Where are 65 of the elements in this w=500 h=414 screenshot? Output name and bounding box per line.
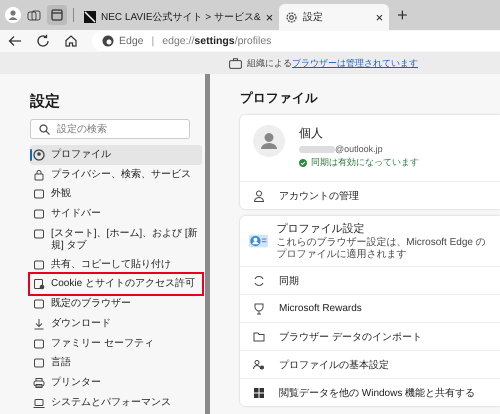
- download-icon: [33, 318, 45, 330]
- sidebar-item[interactable]: プライバシー、検索、サービス: [30, 164, 202, 184]
- scrollbar[interactable]: [205, 74, 210, 414]
- profile-email: @outlook.jp: [335, 144, 383, 154]
- page-title: プロファイル: [240, 90, 319, 107]
- refresh-icon[interactable]: [36, 34, 50, 48]
- sidebar-item[interactable]: 言語: [30, 353, 202, 373]
- tab-title: NEC LAVIE公式サイト > サービス&: [101, 10, 261, 24]
- browser-tab[interactable]: NEC LAVIE公式サイト > サービス& ×: [78, 4, 280, 30]
- close-tab-button[interactable]: ×: [266, 10, 274, 24]
- back-icon[interactable]: [8, 34, 22, 48]
- check-circle-icon: [299, 158, 307, 166]
- redacted-mark: [299, 146, 335, 152]
- address-bar[interactable]: Edge | edge://settings/profiles: [92, 31, 500, 51]
- sidebar-item[interactable]: ファミリー セーフティ: [30, 334, 202, 354]
- sidebar-item[interactable]: ダウンロード: [30, 314, 202, 334]
- settings-row[interactable]: ブラウザー データのインポート: [240, 322, 500, 350]
- site-favicon-icon: [84, 11, 96, 23]
- vertical-tabs-button[interactable]: [47, 5, 67, 25]
- home-icon[interactable]: [64, 34, 78, 48]
- sidebar-item[interactable]: 外観: [30, 184, 202, 204]
- tab-window-icon: [51, 9, 63, 21]
- profile-icon: [33, 149, 45, 161]
- new-tab-button[interactable]: +: [397, 5, 408, 26]
- folder-icon: [253, 330, 265, 342]
- manage-account-row[interactable]: アカウントの管理: [240, 182, 500, 209]
- settings-description: これらのブラウザー設定は、Microsoft Edge のプロファイルに適用されます: [276, 237, 487, 261]
- settings-title: プロファイル設定: [276, 222, 366, 236]
- settings-title: 設定: [30, 92, 61, 111]
- sidebar-item[interactable]: システムとパフォーマンス: [30, 392, 202, 412]
- sidebar-item[interactable]: Cookie とサイトのアクセス許可: [30, 274, 202, 294]
- windows-logo-icon: [253, 386, 265, 398]
- laptop-icon: [33, 396, 45, 409]
- site-label: Edge: [119, 35, 144, 47]
- collections-icon[interactable]: [27, 9, 41, 23]
- settings-row[interactable]: プロファイルの基本設定: [240, 350, 500, 378]
- profile-name: 個人: [299, 125, 324, 142]
- url-text: edge://settings/profiles: [162, 35, 272, 47]
- search-icon: [39, 124, 50, 135]
- sync-status: 同期は有効になっています: [311, 156, 419, 169]
- settings-row[interactable]: 閲覧データを他の Windows 機能と共有する: [240, 378, 500, 406]
- lock-icon: [33, 168, 45, 181]
- browser-tab[interactable]: 設定 ×: [279, 4, 390, 30]
- gear-icon: [285, 10, 298, 24]
- search-field[interactable]: 設定の検索: [30, 119, 190, 139]
- settings-row[interactable]: 同期: [240, 266, 500, 294]
- sidebar-item[interactable]: プロファイル: [30, 145, 202, 165]
- sidebar-item[interactable]: サイドバー: [30, 204, 202, 224]
- person-icon: [253, 190, 265, 202]
- settings-row[interactable]: Microsoft Rewards: [240, 294, 500, 322]
- tab-title: 設定: [303, 10, 324, 24]
- profile-avatar-icon[interactable]: [5, 7, 21, 23]
- briefcase-icon: [229, 58, 242, 68]
- managed-link[interactable]: ブラウザーは管理されています: [292, 56, 418, 70]
- trophy-icon: [253, 302, 265, 314]
- sidebar-item[interactable]: 共有、コピーして貼り付け: [30, 254, 202, 274]
- sidebar-item[interactable]: プリンター: [30, 372, 202, 393]
- sidebar-item[interactable]: [スタート]、[ホーム]、および [新規] タブ: [30, 224, 202, 255]
- separator: |: [152, 35, 154, 47]
- managed-notice: 組織による: [247, 56, 292, 70]
- printer-icon: [33, 376, 45, 389]
- sidebar-item[interactable]: 既定のブラウザー: [30, 294, 202, 314]
- close-tab-button[interactable]: ×: [376, 10, 384, 24]
- avatar-icon: [253, 125, 285, 157]
- sync-icon: [253, 274, 265, 286]
